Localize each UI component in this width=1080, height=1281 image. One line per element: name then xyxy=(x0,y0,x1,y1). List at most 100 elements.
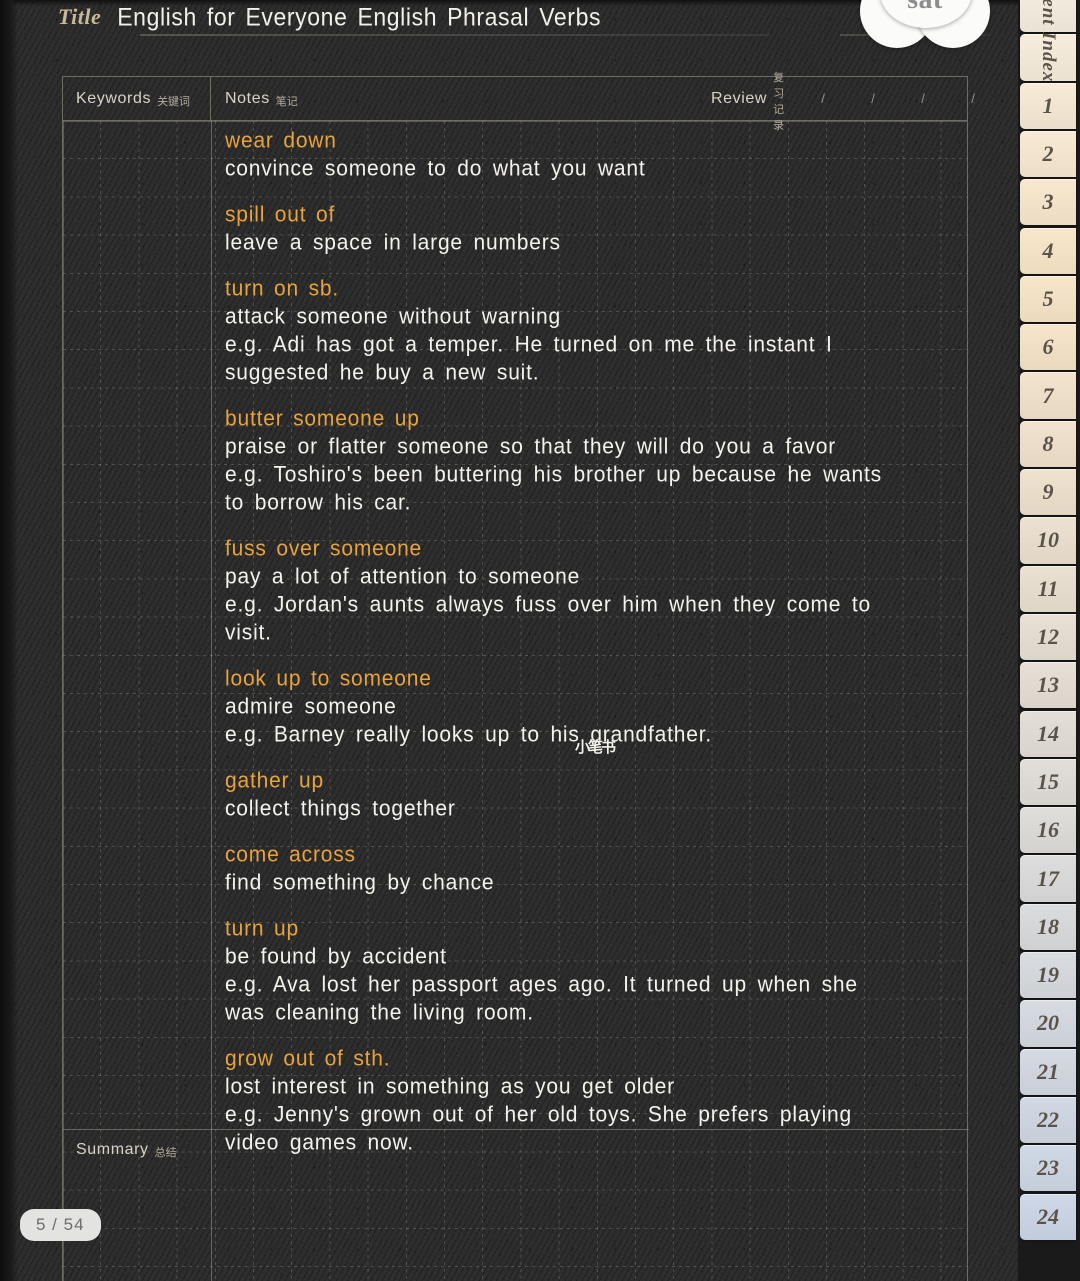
index-tab-label: Index xyxy=(1038,32,1059,83)
title-value[interactable]: English for Everyone English Phrasal Ver… xyxy=(117,2,601,31)
entry-line: e.g. Jenny's grown out of her old toys. … xyxy=(225,1102,853,1127)
entry-term[interactable]: come across xyxy=(225,840,965,870)
index-tab-index[interactable]: Index xyxy=(1020,32,1076,83)
page-header: Title English for Everyone English Phras… xyxy=(0,0,1010,52)
index-tab-label: 2 xyxy=(1042,141,1054,167)
entry-line: e.g. Toshiro's been buttering his brothe… xyxy=(225,462,882,487)
note-entry: turn up be found by accident e.g. Ava lost… xyxy=(225,915,965,1027)
index-tab-13[interactable]: 13 xyxy=(1020,662,1076,709)
index-tab-4[interactable]: 4 xyxy=(1020,227,1076,274)
entry-line: praise or flatter someone so that they w… xyxy=(225,434,837,459)
index-tab-8[interactable]: 8 xyxy=(1020,420,1076,467)
title-underline xyxy=(140,34,770,36)
keywords-column-header: Keywords 关键词 xyxy=(63,77,211,120)
index-tab-12[interactable]: 12 xyxy=(1020,613,1076,661)
entry-line: admire someone xyxy=(225,694,397,719)
index-tab-label: 18 xyxy=(1037,913,1059,939)
index-tab-label: 20 xyxy=(1037,1010,1059,1036)
entry-line: e.g. Ava lost her passport ages ago. It … xyxy=(225,972,858,997)
notebook-page: Title English for Everyone English Phras… xyxy=(0,0,1080,1281)
index-tab-label: 14 xyxy=(1037,720,1059,746)
entry-line: attack someone without warning xyxy=(225,304,561,329)
index-tab-label: tent xyxy=(1038,0,1059,26)
review-slot-4[interactable]: / xyxy=(948,91,998,106)
index-tab-label: 13 xyxy=(1037,672,1059,698)
index-tab-label: 15 xyxy=(1037,768,1059,794)
index-tab-15[interactable]: 15 xyxy=(1020,758,1076,806)
entry-term[interactable]: look up to someone xyxy=(225,664,965,694)
index-tab-label: 8 xyxy=(1042,430,1054,456)
index-tab-7[interactable]: 7 xyxy=(1020,372,1076,419)
sheet-body: Summary 总结 wear down convince someone to … xyxy=(63,121,969,1281)
keywords-notes-divider xyxy=(211,121,212,1281)
entry-line: find something by chance xyxy=(225,870,495,895)
entry-term[interactable]: spill out of xyxy=(225,200,965,230)
index-tab-label: 5 xyxy=(1042,285,1054,311)
index-tab-16[interactable]: 16 xyxy=(1020,807,1076,854)
index-tab-label: 24 xyxy=(1037,1203,1059,1229)
entry-line: collect things together xyxy=(225,796,456,821)
summary-label: Summary xyxy=(76,1141,149,1158)
note-entry: fuss over someone pay a lot of attention … xyxy=(225,535,965,647)
entry-line: pay a lot of attention to someone xyxy=(225,564,581,589)
index-tab-9[interactable]: 9 xyxy=(1020,469,1076,516)
sheet-header-row: Keywords 关键词 Notes 笔记 Review 复习记录 ///// xyxy=(63,71,1025,132)
review-slot-1[interactable]: / xyxy=(798,91,848,106)
index-tab-17[interactable]: 17 xyxy=(1020,855,1076,902)
entry-term[interactable]: turn up xyxy=(225,914,965,944)
index-tab-20[interactable]: 20 xyxy=(1020,1000,1076,1047)
overlay-glitch-text: 小笔书 xyxy=(575,738,616,756)
note-entry: grow out of sth. lost interest in somethi… xyxy=(225,1045,965,1157)
notes-content[interactable]: wear down convince someone to do what you… xyxy=(225,121,965,1175)
index-tab-6[interactable]: 6 xyxy=(1020,324,1076,371)
index-tab-label: 22 xyxy=(1037,1107,1059,1133)
entry-line: was cleaning the living room. xyxy=(225,1000,534,1025)
note-entry: spill out of leave a space in large numbe… xyxy=(225,201,965,257)
review-slot-2[interactable]: / xyxy=(848,91,898,106)
note-entry: look up to someone admire someone e.g. Bar… xyxy=(225,665,965,749)
notes-label: Notes xyxy=(225,89,270,107)
index-tab-14[interactable]: 14 xyxy=(1020,710,1076,757)
index-tab-1[interactable]: 1 xyxy=(1020,82,1076,129)
index-tab-11[interactable]: 11 xyxy=(1020,565,1076,612)
notes-label-cn: 笔记 xyxy=(275,94,298,108)
index-tab-5[interactable]: 5 xyxy=(1020,275,1076,323)
index-tab-tent[interactable]: tent xyxy=(1020,0,1076,33)
index-tab-23[interactable]: 23 xyxy=(1020,1145,1076,1192)
summary-label-cn: 总结 xyxy=(154,1146,177,1159)
entry-term[interactable]: gather up xyxy=(225,766,965,796)
entry-term[interactable]: butter someone up xyxy=(225,404,965,434)
review-date-slots: ///// xyxy=(798,91,1048,106)
index-tab-label: 19 xyxy=(1037,962,1059,988)
index-tab-18[interactable]: 18 xyxy=(1020,903,1076,950)
index-tab-2[interactable]: 2 xyxy=(1020,130,1076,178)
index-tab-label: 21 xyxy=(1037,1058,1059,1084)
index-rail[interactable]: tent Index 1 2 3 4 5 6 7 8 9 10 11 12 13 14 15 16 17 18 19 20… xyxy=(1018,0,1080,1281)
entry-line: be found by accident xyxy=(225,944,447,969)
entry-term[interactable]: fuss over someone xyxy=(225,534,965,564)
index-tab-24[interactable]: 24 xyxy=(1020,1193,1076,1240)
sat-cloud-badge[interactable]: sat xyxy=(860,0,990,66)
index-tab-label: 17 xyxy=(1037,865,1059,891)
summary-label-group: Summary 总结 xyxy=(76,1141,177,1159)
entry-term[interactable]: wear down xyxy=(225,126,965,156)
index-tab-19[interactable]: 19 xyxy=(1020,952,1076,999)
index-tab-label: 6 xyxy=(1042,334,1054,360)
entry-term[interactable]: turn on sb. xyxy=(225,274,965,304)
keywords-label: Keywords xyxy=(76,89,152,107)
page-indicator[interactable]: 5 / 54 xyxy=(20,1209,101,1241)
index-tab-3[interactable]: 3 xyxy=(1020,179,1076,226)
review-label: Review xyxy=(711,89,768,107)
index-tab-10[interactable]: 10 xyxy=(1020,517,1076,564)
note-entry: gather up collect things together xyxy=(225,767,965,823)
index-tab-label: 16 xyxy=(1037,817,1059,843)
index-tab-label: 10 xyxy=(1037,527,1059,553)
notes-column-header: Notes 笔记 Review 复习记录 ///// xyxy=(211,71,1025,132)
entry-term[interactable]: grow out of sth. xyxy=(225,1044,965,1074)
index-tab-22[interactable]: 22 xyxy=(1020,1096,1076,1144)
entry-line: visit. xyxy=(225,620,272,645)
index-tab-21[interactable]: 21 xyxy=(1020,1048,1076,1095)
entry-line: e.g. Jordan's aunts always fuss over him… xyxy=(225,592,872,617)
review-slot-3[interactable]: / xyxy=(898,91,948,106)
note-entry: butter someone up praise or flatter someo… xyxy=(225,405,965,517)
